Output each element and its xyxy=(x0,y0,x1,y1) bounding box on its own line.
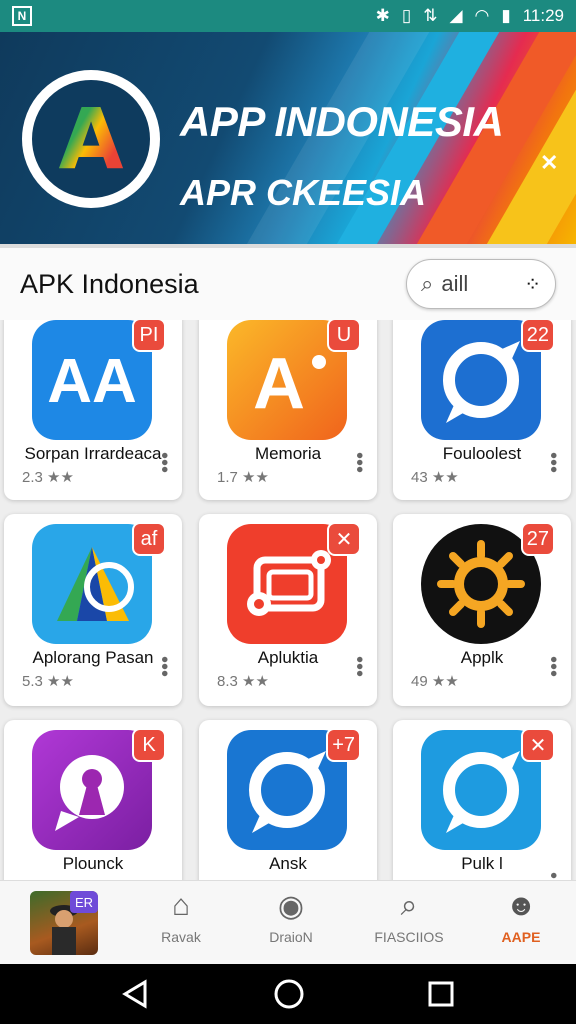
more-options-icon[interactable]: ••• xyxy=(153,656,175,677)
app-card[interactable]: K Plounck xyxy=(4,720,182,880)
app-card[interactable]: ✕ Pulk l • xyxy=(393,720,571,880)
system-nav-bar xyxy=(0,964,576,1024)
more-options-icon[interactable]: ••• xyxy=(542,452,564,473)
page-header: APK Indonesia ⌕ aill ⁘ xyxy=(0,244,576,320)
page-title: APK Indonesia xyxy=(20,268,199,299)
more-options-icon[interactable]: ••• xyxy=(348,656,370,677)
wifi-icon: ◠ xyxy=(474,6,490,25)
app-card[interactable]: af Aplorang Pasan 5.3 ★★ ••• xyxy=(4,514,182,706)
back-icon[interactable] xyxy=(121,979,151,1009)
app-badge: ✕ xyxy=(521,728,555,762)
app-badge: K xyxy=(132,728,166,762)
filter-icon[interactable]: ⁘ xyxy=(524,272,541,297)
hero-banner[interactable]: A APP INDONESIA APR CKEESIA ✕ xyxy=(0,32,576,244)
app-rating: 43 ★★ xyxy=(411,469,459,486)
app-logo: A xyxy=(22,70,160,208)
app-badge: 22 xyxy=(520,320,555,352)
home-icon: ⌂ xyxy=(171,889,191,922)
app-card[interactable]: A U Memoria 1.7 ★★ ••• xyxy=(199,320,377,500)
nav-profile[interactable]: ☻ AAPE xyxy=(466,889,576,945)
more-options-icon[interactable]: ••• xyxy=(348,452,370,473)
search-input[interactable]: ⌕ aill ⁘ xyxy=(406,259,556,309)
svg-text:AA: AA xyxy=(47,350,137,410)
battery-icon: ▮ xyxy=(501,6,511,25)
app-rating: 1.7 ★★ xyxy=(217,469,269,486)
app-card[interactable]: ✕ Apluktia 8.3 ★★ ••• xyxy=(199,514,377,706)
search-icon: ⌕ xyxy=(400,889,418,922)
sim-icon: ▯ xyxy=(401,6,412,25)
nav-home[interactable]: ⌂ Ravak xyxy=(126,889,236,945)
more-options-icon[interactable]: ••• xyxy=(542,656,564,677)
svg-text:A: A xyxy=(253,344,305,420)
app-rating: 49 ★★ xyxy=(411,673,459,690)
profile-icon: ☻ xyxy=(505,889,537,922)
app-badge: +7 xyxy=(326,728,361,762)
data-icon: ⇅ xyxy=(423,6,438,25)
app-name: Ansk xyxy=(269,854,307,873)
app-badge: U xyxy=(327,320,361,352)
app-rating: 5.3 ★★ xyxy=(22,673,74,690)
app-name: Pulk l xyxy=(461,854,503,873)
bottom-nav: ER ⌂ Ravak ◉ DraioN ⌕ FIASCIIOS ☻ AAPE xyxy=(0,880,576,964)
banner-subtitle: APR CKEESIA xyxy=(180,172,427,213)
app-card[interactable]: 22 Fouloolest 43 ★★ ••• xyxy=(393,320,571,500)
home-button-icon[interactable] xyxy=(273,978,305,1010)
more-options-icon[interactable]: • xyxy=(542,872,564,879)
app-badge: 27 xyxy=(520,522,555,556)
notification-icon: N xyxy=(12,6,32,26)
search-icon: ⌕ xyxy=(421,271,434,296)
nav-search[interactable]: ⌕ FIASCIIOS xyxy=(354,889,464,945)
bluetooth-icon: ✱ xyxy=(375,6,390,25)
app-badge: PI xyxy=(132,320,166,352)
signal-icon: ◢ xyxy=(449,6,463,25)
clock: 11:29 xyxy=(522,6,564,25)
nav-explore[interactable]: ◉ DraioN xyxy=(236,889,346,945)
compass-icon: ◉ xyxy=(277,890,305,923)
app-rating: 2.3 ★★ xyxy=(22,469,74,486)
app-badge: ✕ xyxy=(327,522,361,556)
more-options-icon[interactable]: ••• xyxy=(153,452,175,473)
avatar[interactable]: ER xyxy=(30,891,98,955)
banner-title: APP INDONESIA xyxy=(180,98,504,145)
status-bar: N ✱ ▯ ⇅ ◢ ◠ ▮ 11:29 xyxy=(0,0,576,32)
app-card[interactable]: +7 Ansk xyxy=(199,720,377,880)
banner-close-icon[interactable]: ✕ xyxy=(540,150,558,176)
app-card[interactable]: AA PI Sorpan Irrardeaca 2.3 ★★ ••• xyxy=(4,320,182,500)
app-name: Plounck xyxy=(62,854,124,873)
avatar-badge: ER xyxy=(70,891,98,913)
app-badge: af xyxy=(132,522,166,556)
search-value: aill xyxy=(441,271,469,296)
recents-icon[interactable] xyxy=(427,980,455,1008)
app-grid: AA PI Sorpan Irrardeaca 2.3 ★★ ••• A U M… xyxy=(0,320,576,880)
app-card[interactable]: 27 Applk 49 ★★ ••• xyxy=(393,514,571,706)
app-rating: 8.3 ★★ xyxy=(217,673,269,690)
